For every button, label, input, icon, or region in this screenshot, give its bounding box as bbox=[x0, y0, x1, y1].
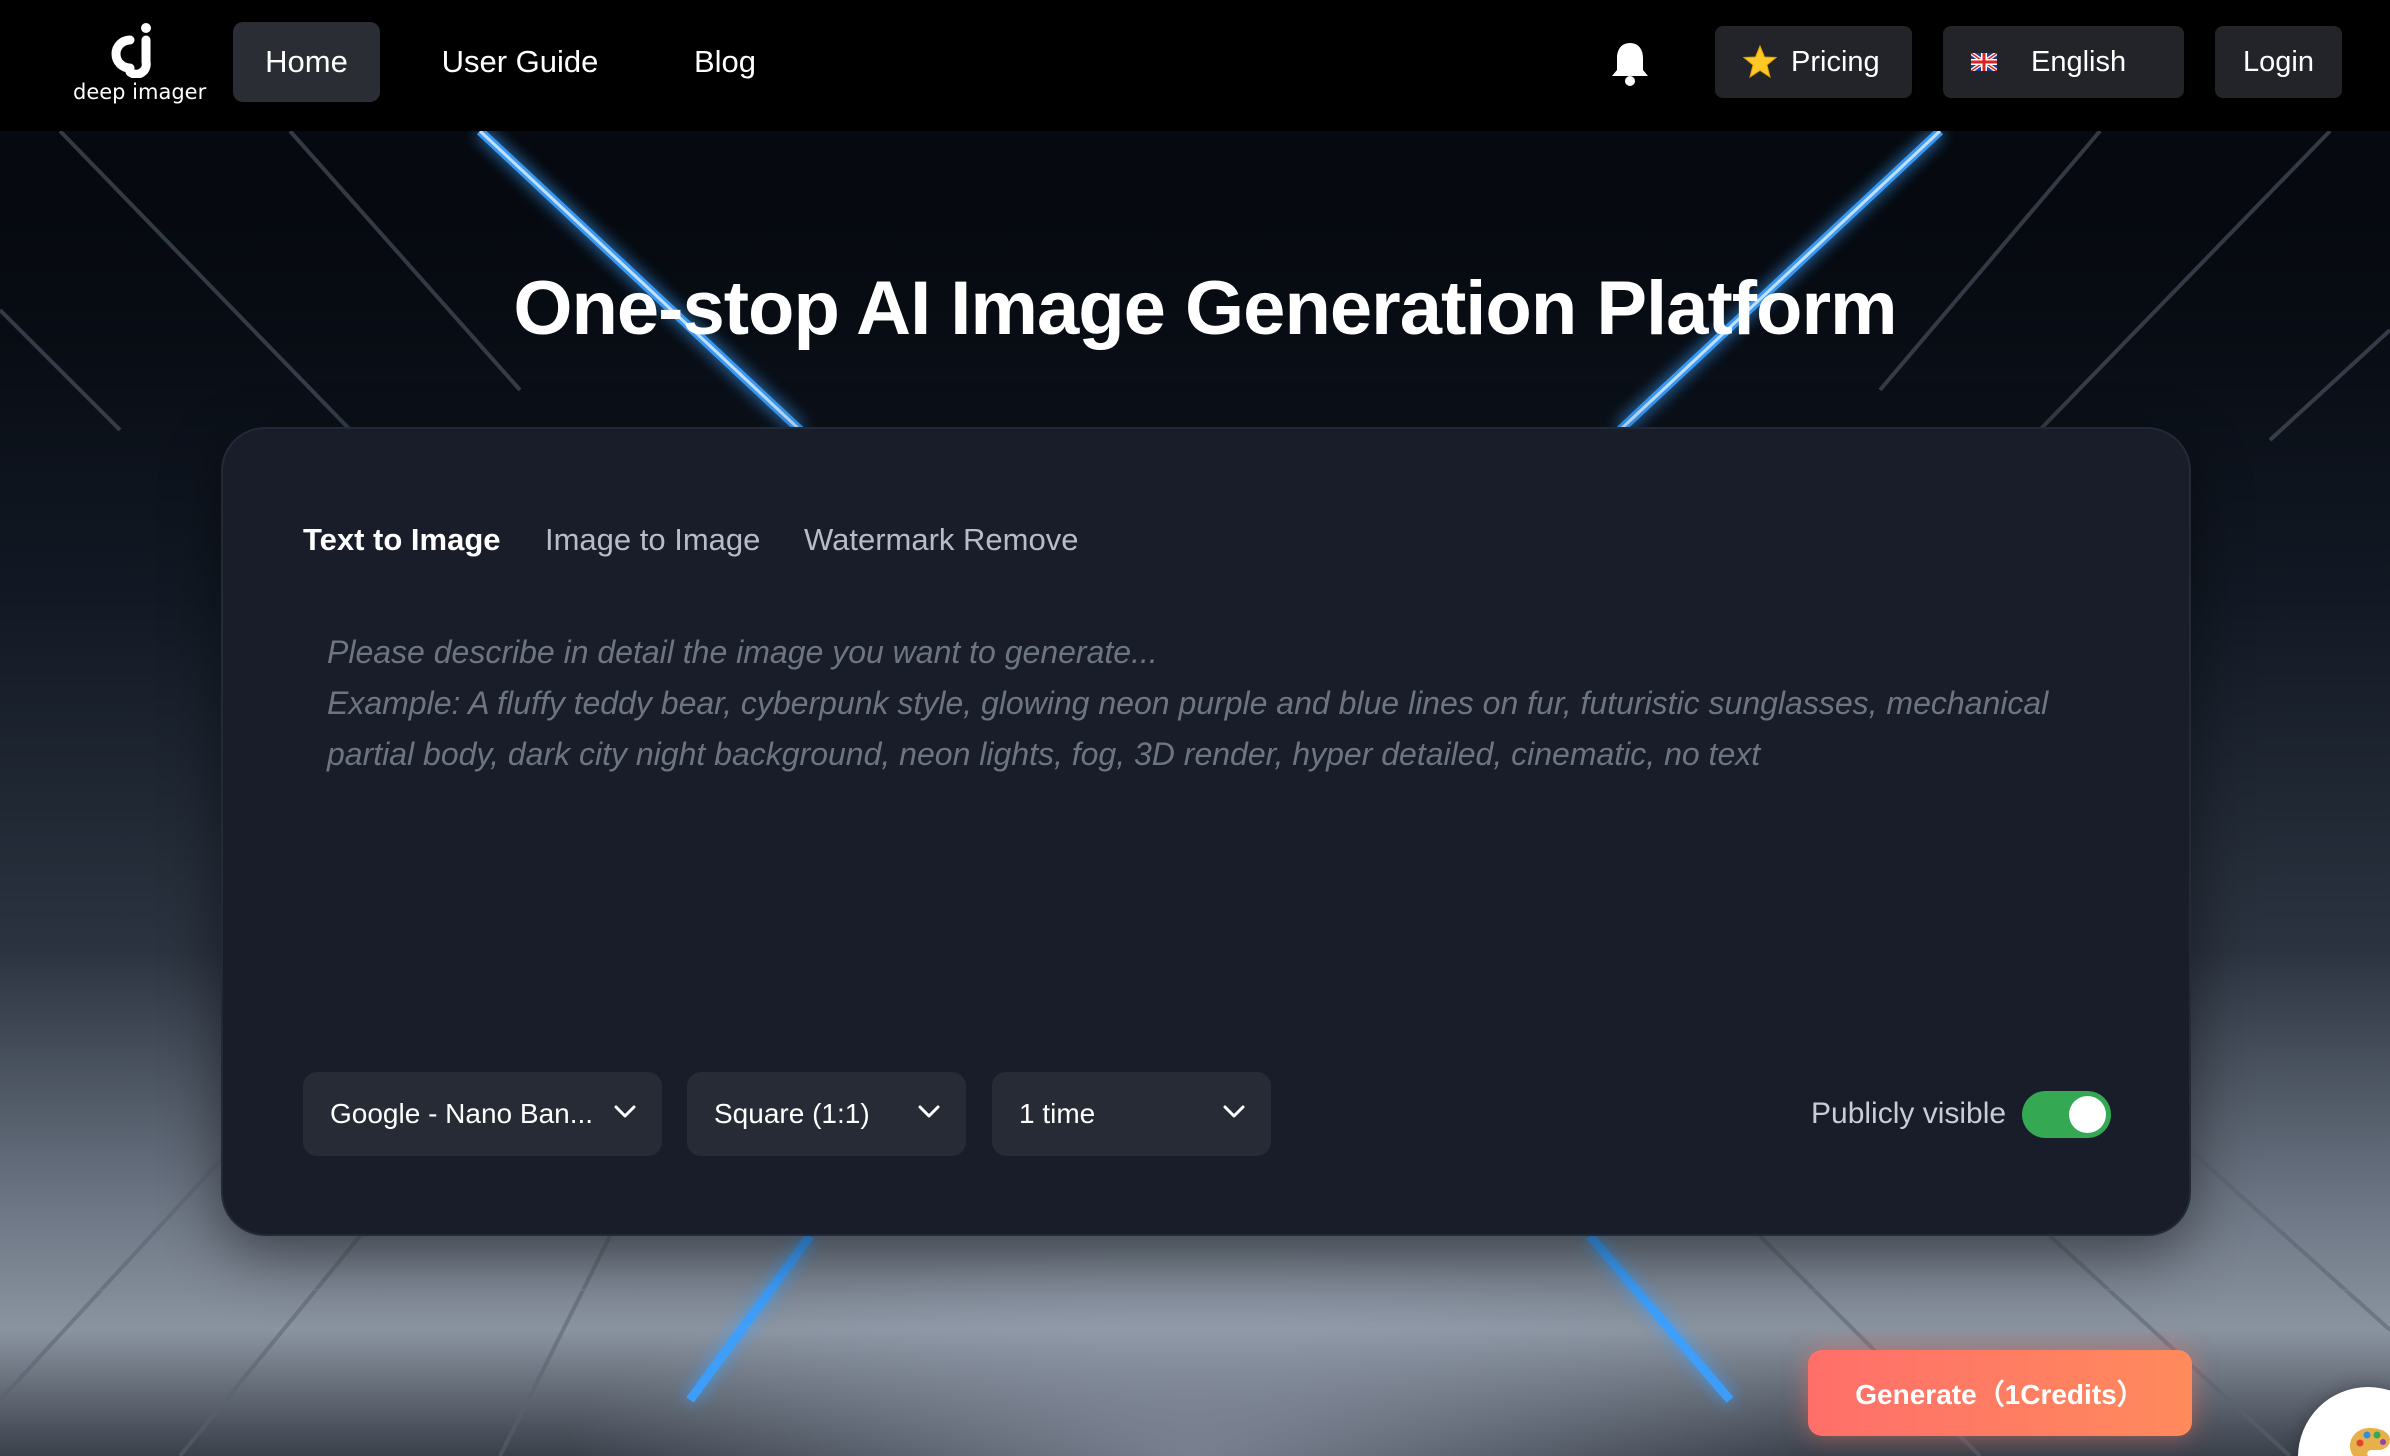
bell-icon[interactable] bbox=[1610, 40, 1650, 86]
login-button[interactable]: Login bbox=[2215, 26, 2342, 98]
language-selector[interactable]: English bbox=[1943, 26, 2184, 98]
generate-button[interactable]: Generate（1Credits） bbox=[1808, 1350, 2192, 1436]
nav-user-guide[interactable]: User Guide bbox=[430, 22, 610, 102]
count-select[interactable]: 1 time bbox=[992, 1072, 1271, 1156]
logo-mark-icon bbox=[111, 23, 151, 78]
tab-image-to-image[interactable]: Image to Image bbox=[545, 522, 760, 558]
language-label: English bbox=[2031, 45, 2127, 78]
uk-flag-icon bbox=[1971, 53, 1997, 71]
model-select[interactable]: Google - Nano Ban... bbox=[303, 1072, 662, 1156]
tab-text-to-image[interactable]: Text to Image bbox=[303, 522, 501, 558]
logo[interactable]: deep imager bbox=[70, 20, 206, 110]
prompt-input[interactable] bbox=[303, 627, 2113, 987]
aspect-ratio-select[interactable]: Square (1:1) bbox=[687, 1072, 966, 1156]
model-select-value: Google - Nano Ban... bbox=[330, 1098, 594, 1129]
page-title: One-stop AI Image Generation Platform bbox=[513, 266, 1897, 351]
nav-home[interactable]: Home bbox=[233, 22, 380, 102]
nav-blog[interactable]: Blog bbox=[665, 22, 785, 102]
public-visibility-toggle[interactable] bbox=[2022, 1091, 2111, 1138]
tab-watermark-remove[interactable]: Watermark Remove bbox=[804, 522, 1078, 558]
chevron-down-icon bbox=[1223, 1105, 1245, 1118]
public-visibility-label: Publicly visible bbox=[1811, 1097, 2007, 1130]
generator-card: Text to Image Image to Image Watermark R… bbox=[221, 427, 2191, 1236]
pricing-button[interactable]: Pricing bbox=[1715, 26, 1912, 98]
logo-text: deep imager bbox=[73, 80, 207, 104]
chevron-down-icon bbox=[614, 1105, 636, 1118]
pricing-label: Pricing bbox=[1791, 45, 1880, 78]
toggle-knob bbox=[2069, 1096, 2106, 1133]
palette-icon bbox=[2350, 1428, 2390, 1456]
page: deep imager Home User Guide Blog Pricing bbox=[0, 0, 2390, 1456]
count-value: 1 time bbox=[1019, 1098, 1096, 1129]
top-nav: deep imager Home User Guide Blog Pricing bbox=[0, 0, 2390, 131]
chevron-down-icon bbox=[918, 1105, 940, 1118]
star-icon bbox=[1743, 45, 1777, 79]
aspect-ratio-value: Square (1:1) bbox=[714, 1098, 870, 1129]
